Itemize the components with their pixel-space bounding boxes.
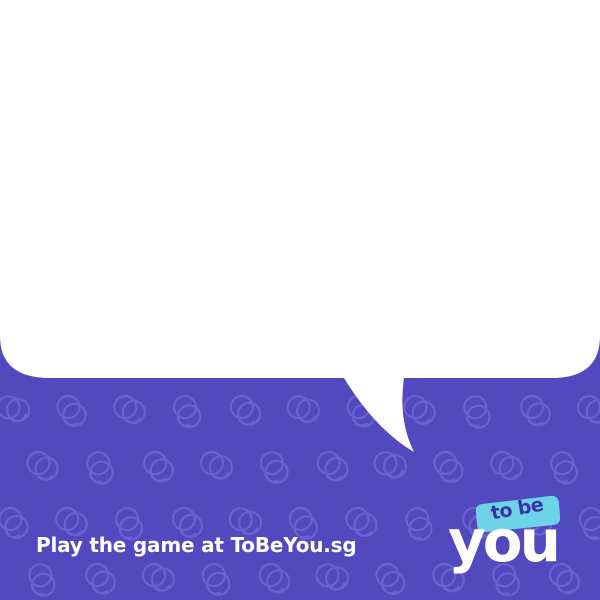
cta-text: Play the game at ToBeYou.sg — [36, 533, 357, 557]
brand-logo: to be you — [446, 494, 576, 578]
logo-word: you — [448, 507, 561, 575]
share-card: Play the game at ToBeYou.sg to be you — [0, 0, 600, 600]
